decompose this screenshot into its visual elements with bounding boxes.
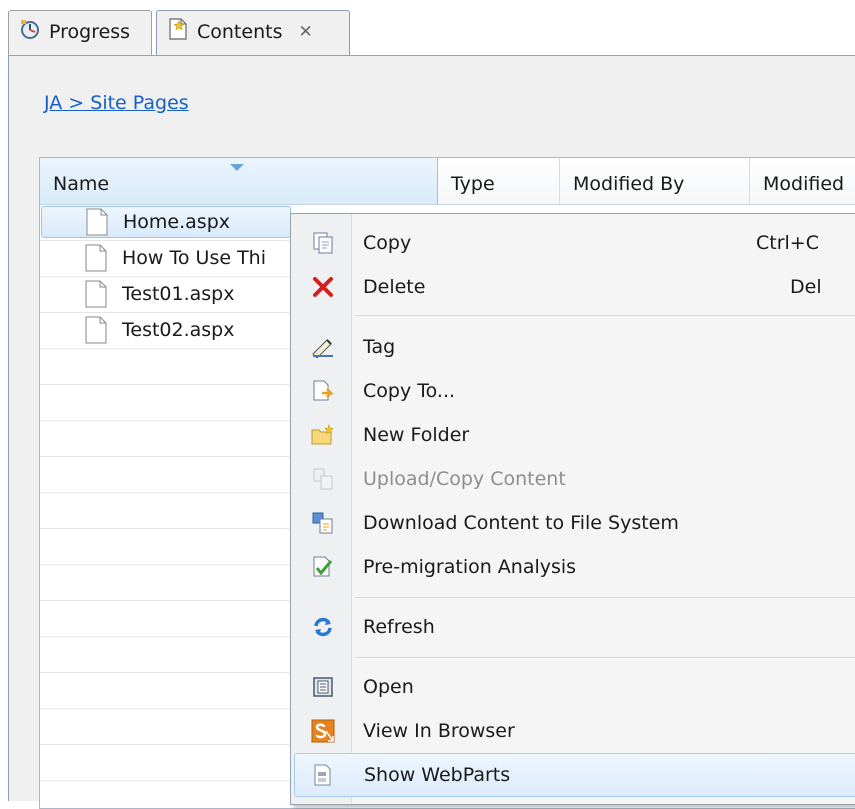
copy-to-icon (294, 379, 351, 403)
progress-icon (19, 18, 41, 45)
menu-separator (355, 657, 855, 658)
column-header-modified-by[interactable]: Modified By (560, 158, 750, 204)
close-tab-icon[interactable]: ✕ (298, 22, 312, 42)
row-name-label: Home.aspx (123, 211, 230, 233)
column-header-modified[interactable]: Modified (750, 158, 855, 204)
delete-shortcut: Del (790, 276, 822, 298)
column-header-type[interactable]: Type (438, 158, 560, 204)
menu-item-download-content[interactable]: Download Content to File System (294, 501, 855, 545)
row-name-cell[interactable]: Home.aspx (41, 206, 291, 238)
column-header-label: Modified (763, 173, 845, 195)
menu-item-new-folder[interactable]: New Folder (294, 413, 855, 457)
tag-icon (294, 336, 351, 358)
row-name-cell[interactable]: Test01.aspx (41, 278, 291, 310)
context-menu: Copy Ctrl+C Delete Del Tag Copy To... Ne… (290, 213, 855, 805)
menu-item-delete-label: Delete (363, 276, 426, 298)
row-name-label: How To Use Thi (122, 247, 266, 269)
row-name-label: Test02.aspx (122, 319, 235, 341)
row-name-cell[interactable]: Test02.aspx (41, 314, 291, 346)
column-header-label: Type (451, 173, 495, 195)
menu-item-new-folder-label: New Folder (363, 424, 470, 446)
tab-progress-label: Progress (49, 20, 131, 43)
menu-separator (355, 315, 855, 316)
menu-separator (355, 597, 855, 598)
menu-item-refresh[interactable]: Refresh (294, 605, 855, 649)
menu-item-view-in-browser[interactable]: View In Browser (294, 709, 855, 753)
new-folder-icon (294, 424, 351, 446)
column-header-label: Name (53, 173, 110, 195)
menu-item-view-in-browser-label: View In Browser (363, 720, 515, 742)
sharepoint-browser-icon (294, 719, 351, 743)
document-icon (86, 208, 108, 236)
open-icon (294, 676, 351, 698)
menu-item-download-label: Download Content to File System (363, 512, 679, 534)
menu-item-open[interactable]: Open (294, 665, 855, 709)
menu-item-open-label: Open (363, 676, 414, 698)
document-icon (85, 316, 107, 344)
menu-item-premigration-label: Pre-migration Analysis (363, 556, 577, 578)
menu-item-upload-label: Upload/Copy Content (363, 468, 566, 490)
tab-contents-label: Contents (197, 20, 283, 43)
menu-item-show-webparts[interactable]: Show WebParts (294, 753, 855, 797)
tab-contents[interactable]: Contents ✕ (156, 10, 350, 56)
copy-icon (294, 231, 351, 255)
menu-item-premigration-analysis[interactable]: Pre-migration Analysis (294, 545, 855, 589)
analysis-icon (294, 555, 351, 579)
document-icon (85, 280, 107, 308)
refresh-icon (294, 616, 351, 638)
menu-item-tag[interactable]: Tag (294, 325, 855, 369)
contents-icon (167, 17, 189, 46)
upload-icon (294, 467, 351, 491)
menu-item-copy-label: Copy (363, 232, 412, 254)
column-header-name[interactable]: Name (40, 158, 438, 204)
column-header-label: Modified By (573, 173, 685, 195)
table-header: Name Type Modified By Modified (40, 158, 855, 205)
menu-item-upload-copy-content[interactable]: Upload/Copy Content (294, 457, 855, 501)
webparts-icon (295, 763, 352, 787)
copy-shortcut: Ctrl+C (756, 232, 819, 254)
row-name-label: Test01.aspx (122, 283, 235, 305)
menu-item-show-webparts-label: Show WebParts (364, 764, 511, 786)
download-icon (294, 511, 351, 535)
menu-item-copy-to-label: Copy To... (363, 380, 456, 402)
editor-tab-strip: Progress Contents ✕ (0, 0, 855, 56)
row-name-cell[interactable]: How To Use Thi (41, 242, 291, 274)
breadcrumb-link[interactable]: JA > Site Pages (44, 92, 189, 114)
menu-item-refresh-label: Refresh (363, 616, 435, 638)
tab-progress[interactable]: Progress (8, 10, 152, 56)
menu-item-copy-to[interactable]: Copy To... (294, 369, 855, 413)
document-icon (85, 244, 107, 272)
delete-icon (294, 276, 351, 298)
menu-item-delete[interactable]: Delete Del (294, 265, 855, 309)
menu-item-tag-label: Tag (363, 336, 396, 358)
menu-item-copy[interactable]: Copy Ctrl+C (294, 221, 855, 265)
sort-arrow-icon (230, 164, 244, 171)
